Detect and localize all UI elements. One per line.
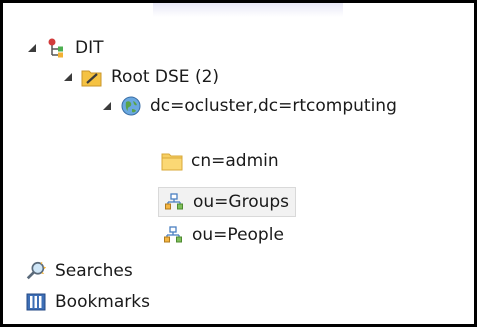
org-unit-icon [162,224,184,246]
expanded-arrow-icon[interactable] [25,41,39,55]
expanded-arrow-icon[interactable] [61,70,75,84]
tree-item-label: dc=ocluster,dc=rtcomputing [150,96,397,116]
tree-item-label: Searches [55,261,133,281]
org-unit-icon [163,191,185,213]
dit-hierarchy-icon [45,37,67,59]
bookmarks-icon [25,291,47,313]
tree-item-people[interactable]: ou=People [162,220,284,250]
tree-item-label: Bookmarks [55,292,150,312]
folder-icon [161,150,183,172]
tree-item-domain[interactable]: dc=ocluster,dc=rtcomputing [100,91,397,121]
tree-item-searches[interactable]: Searches [25,256,133,286]
root-dse-folder-icon [81,66,103,88]
ldap-browser-tree-panel: DIT Root DSE (2) dc=ocluster,dc=rtcomput… [0,0,477,327]
tree-item-label: DIT [75,38,104,58]
tree-item-label: Root DSE (2) [111,67,220,87]
header-shadow [153,3,343,17]
tree-item-admin[interactable]: cn=admin [161,146,279,176]
tree-item-label: cn=admin [191,151,279,171]
tree-item-label: ou=People [192,225,284,245]
expanded-arrow-icon[interactable] [100,99,114,113]
tree-item-label: ou=Groups [193,192,290,212]
tree-item-root-dse[interactable]: Root DSE (2) [61,62,219,92]
tree-item-groups[interactable]: ou=Groups [158,187,297,217]
searches-icon [25,260,47,282]
tree-item-dit[interactable]: DIT [25,33,104,63]
tree-item-bookmarks[interactable]: Bookmarks [25,287,150,317]
globe-icon [120,95,142,117]
